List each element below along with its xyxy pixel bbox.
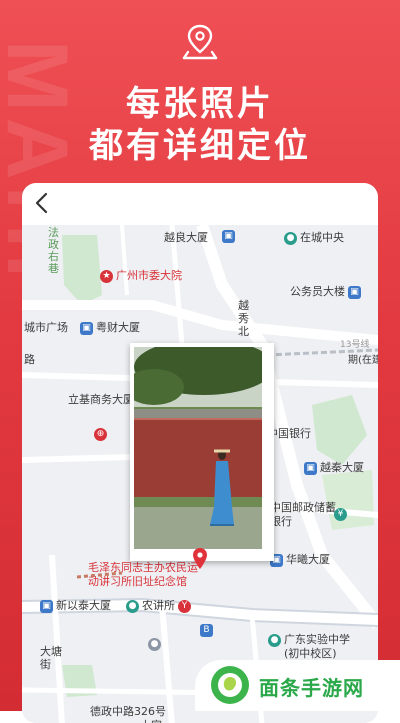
- map-label-fazheng: 法政右巷: [48, 226, 59, 275]
- site-logo-text: 面条手游网: [259, 676, 364, 700]
- map-label-gongwuyuan: 公务员大楼 ▣: [290, 283, 364, 299]
- map-poi-bus-icon: B: [200, 623, 216, 637]
- leaf-logo-icon: [211, 666, 249, 704]
- location-marker-icon: [193, 548, 207, 569]
- map-label-road13: 13号线: [340, 340, 370, 350]
- map-label-xinyitai: ▣ 新以泰大厦: [40, 597, 111, 613]
- photo-thumbnail[interactable]: [130, 343, 274, 561]
- map-label-zaijian: 期(在建): [348, 355, 378, 366]
- photo-image: [134, 347, 262, 549]
- map-label-datang: 大塘街: [40, 645, 62, 671]
- site-logo-badge: 面条手游网: [195, 660, 400, 711]
- map-label-yuexiu: 越秀北: [238, 299, 249, 338]
- headline-line-2: 都有详细定位: [89, 126, 311, 166]
- map-view[interactable]: 越良大厦 ▣ ● 在城中央 法政右巷 ★ 广州市委大院 公务员大楼 ▣ 城市广场 ▣ 粤…: [22, 225, 378, 723]
- map-label-yuekang: ▣ 越秦大厦: [304, 459, 364, 475]
- map-label-zaicheng: ● 在城中央: [284, 229, 344, 245]
- map-label-shiyan-2: (初中校区): [284, 647, 337, 660]
- map-label-yueliang: 越良大厦: [164, 231, 208, 244]
- map-poi-metro-icon: ●: [148, 637, 164, 651]
- map-poi-yueliang-icon: ▣: [222, 229, 238, 243]
- map-label-yuecai: ▣ 粤财大厦: [80, 319, 140, 335]
- map-label-mao-2: 动讲习所旧址纪念馆: [88, 575, 187, 588]
- map-label-liji: 立基商务大厦: [68, 393, 134, 406]
- map-poi-post-icon: ¥: [334, 507, 350, 521]
- back-arrow-icon[interactable]: [28, 189, 56, 217]
- map-label-shiguangchang: 城市广场: [24, 321, 68, 334]
- map-label-lu: 路: [24, 353, 35, 366]
- map-label-nongjiangsuo: ● 农讲所 Y: [126, 597, 194, 613]
- map-label-shiwei: ★ 广州市委大院: [100, 267, 182, 283]
- location-pin-icon: [182, 24, 218, 60]
- map-poi-hospital-icon: ⊕: [94, 427, 110, 441]
- map-label-dajia: 大家: [140, 717, 162, 723]
- phone-screen-card: 越良大厦 ▣ ● 在城中央 法政右巷 ★ 广州市委大院 公务员大楼 ▣ 城市广场 ▣ 粤…: [22, 183, 378, 723]
- map-label-huaxi: ▣ 华曦大厦: [270, 551, 330, 567]
